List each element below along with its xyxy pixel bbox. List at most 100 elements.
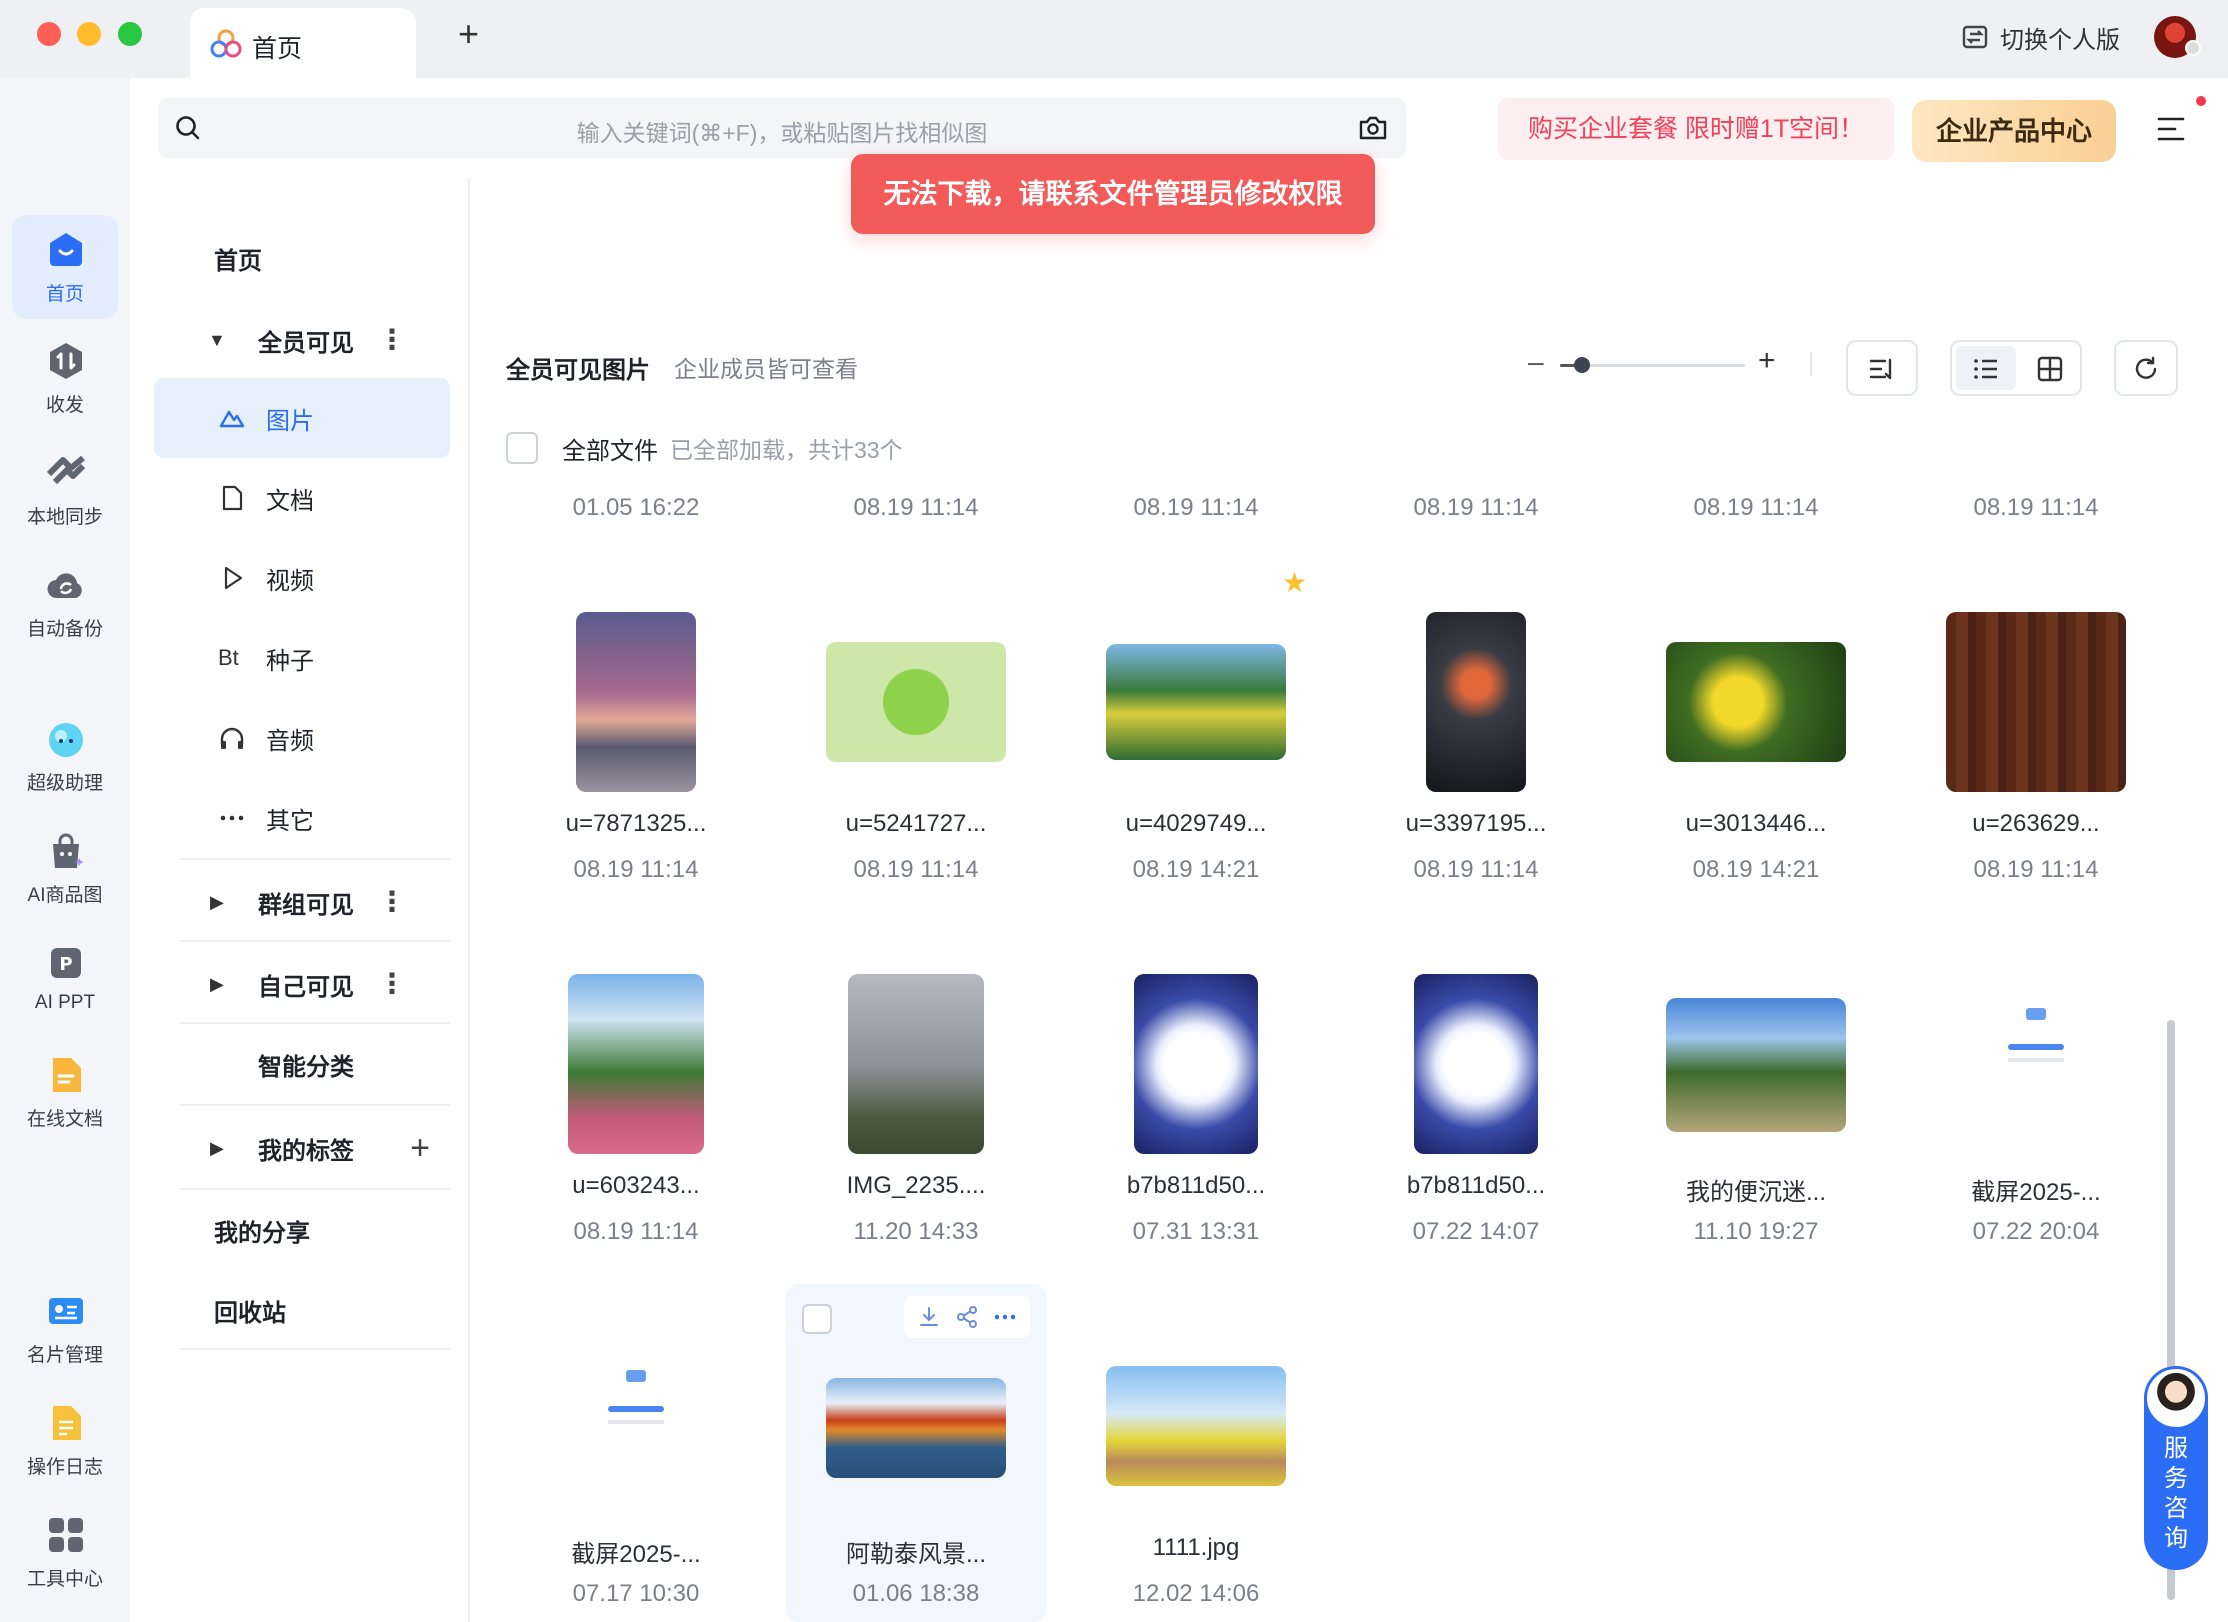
rail-item-ai-ppt[interactable]: P AI PPT bbox=[12, 928, 118, 1032]
sidebar-item-self-visible[interactable]: ▶ 自己可见 ⋮ bbox=[154, 944, 450, 1024]
rail-item-card[interactable]: 名片管理 bbox=[12, 1276, 118, 1380]
file-card[interactable]: b7b811d50... 07.31 13:31 bbox=[1066, 938, 1326, 1258]
tab-home[interactable]: 首页 bbox=[190, 8, 416, 78]
menu-icon[interactable] bbox=[2156, 114, 2186, 144]
file-checkbox[interactable] bbox=[802, 1304, 832, 1334]
divider bbox=[1810, 352, 1812, 376]
file-card[interactable]: 1111.jpg 12.02 14:06 bbox=[1066, 1300, 1326, 1620]
loaded-count: 已全部加载，共计33个 bbox=[670, 437, 903, 463]
thumbnail-mark bbox=[2008, 1058, 2064, 1062]
more-icon[interactable]: ⋮ bbox=[378, 970, 406, 998]
zoom-out-button[interactable]: – bbox=[1528, 346, 1544, 378]
download-icon[interactable] bbox=[917, 1305, 941, 1329]
ai-product-icon bbox=[53, 833, 84, 868]
grid-view-icon[interactable] bbox=[2036, 355, 2064, 383]
file-card[interactable]: u=3397195... 08.19 11:14 bbox=[1346, 576, 1606, 896]
rail-item-tools[interactable]: 工具中心 bbox=[12, 1500, 118, 1604]
file-date: 07.17 10:30 bbox=[572, 1580, 700, 1607]
promo-banner[interactable]: 购买企业套餐 限时赠1T空间！ bbox=[1498, 98, 1894, 160]
add-tab-button[interactable]: + bbox=[458, 14, 479, 54]
sidebar-item-all-visible[interactable]: ▼ 全员可见 ⋮ bbox=[154, 300, 450, 380]
file-card[interactable]: 我的便沉迷... 11.10 19:27 bbox=[1626, 938, 1886, 1258]
file-date: 11.10 19:27 bbox=[1693, 1218, 1819, 1245]
file-name: u=603243... bbox=[572, 1172, 700, 1199]
rail-item-home[interactable]: 首页 bbox=[12, 215, 118, 319]
sidebar-item-audio[interactable]: 音频 bbox=[154, 698, 450, 778]
sidebar-item-videos[interactable]: 视频 bbox=[154, 538, 450, 618]
share-icon[interactable] bbox=[955, 1305, 979, 1329]
sidebar-item-group-visible[interactable]: ▶ 群组可见 ⋮ bbox=[154, 862, 450, 942]
more-icon[interactable] bbox=[993, 1305, 1017, 1329]
rail-item-backup[interactable]: 自动备份 bbox=[12, 550, 118, 654]
file-card[interactable]: IMG_2235.... 11.20 14:33 bbox=[786, 938, 1046, 1258]
play-icon bbox=[224, 566, 243, 590]
agent-avatar bbox=[2147, 1369, 2205, 1427]
file-card[interactable]: u=3013446... 08.19 14:21 bbox=[1626, 576, 1886, 896]
file-card[interactable]: u=603243... 08.19 11:14 bbox=[506, 938, 766, 1258]
file-card[interactable]: u=5241727... 08.19 11:14 bbox=[786, 576, 1046, 896]
camera-icon[interactable] bbox=[1358, 114, 1388, 142]
content-title: 全员可见图片 bbox=[506, 357, 650, 384]
list-view-icon[interactable] bbox=[1972, 355, 2000, 383]
sidebar-item-trash[interactable]: 回收站 bbox=[154, 1270, 450, 1350]
maximize-window-button[interactable] bbox=[118, 22, 142, 46]
switch-personal-button[interactable]: 切换个人版 bbox=[1960, 18, 2120, 56]
file-name: u=7871325... bbox=[565, 810, 707, 837]
all-files-label: 全部文件 bbox=[562, 437, 658, 465]
minimize-window-button[interactable] bbox=[77, 22, 101, 46]
sort-icon bbox=[1869, 358, 1892, 380]
sidebar-item-torrent[interactable]: Bt 种子 bbox=[154, 618, 450, 698]
file-card[interactable]: 截屏2025-... 07.17 10:30 bbox=[506, 1300, 766, 1620]
view-toggle[interactable] bbox=[1950, 340, 2082, 396]
sidebar-label: 文档 bbox=[266, 487, 314, 515]
switch-personal-label: 切换个人版 bbox=[2000, 26, 2120, 54]
file-date: 08.19 11:14 bbox=[1413, 494, 1539, 521]
sidebar-item-other[interactable]: 其它 bbox=[154, 778, 450, 858]
zoom-slider[interactable] bbox=[1560, 357, 1745, 373]
close-window-button[interactable] bbox=[37, 22, 61, 46]
more-icon[interactable]: ⋮ bbox=[378, 326, 406, 354]
zoom-in-button[interactable]: + bbox=[1758, 344, 1776, 378]
add-tag-icon[interactable]: + bbox=[410, 1129, 430, 1168]
tools-icon bbox=[49, 1518, 83, 1552]
service-consult-button[interactable]: 服务咨询 bbox=[2144, 1366, 2208, 1570]
left-rail: 首页 收发 本地同步 自动备份 超级助理 AI商品图 P AI PPT 在线文档… bbox=[0, 78, 130, 1622]
search-input[interactable]: 输入关键词(⌘+F)，或粘贴图片找相似图 bbox=[158, 98, 1406, 158]
file-card-hovered[interactable]: 阿勒泰风景... 01.06 18:38 bbox=[786, 1284, 1046, 1622]
refresh-button[interactable] bbox=[2114, 340, 2178, 396]
rail-item-transfer[interactable]: 收发 bbox=[12, 326, 118, 430]
file-name: u=5241727... bbox=[845, 810, 987, 837]
sidebar-item-smart[interactable]: 智能分类 bbox=[154, 1024, 450, 1104]
sidebar-item-tags[interactable]: ▶ 我的标签 + bbox=[154, 1108, 450, 1188]
product-center-button[interactable]: 企业产品中心 bbox=[1912, 100, 2116, 162]
rail-item-sync[interactable]: 本地同步 bbox=[12, 438, 118, 542]
file-card[interactable]: b7b811d50... 07.22 14:07 bbox=[1346, 938, 1606, 1258]
sidebar-item-shares[interactable]: 我的分享 bbox=[154, 1190, 450, 1270]
rail-label: 本地同步 bbox=[26, 507, 103, 528]
file-card[interactable]: u=4029749... 08.19 14:21 bbox=[1066, 576, 1326, 896]
sidebar-item-docs[interactable]: 文档 bbox=[154, 458, 450, 538]
file-date: 08.19 11:14 bbox=[853, 494, 979, 521]
file-name: 截屏2025-... bbox=[571, 1541, 701, 1568]
rail-item-online-doc[interactable]: 在线文档 bbox=[12, 1040, 118, 1144]
rail-item-assistant[interactable]: 超级助理 bbox=[12, 704, 118, 808]
file-card[interactable]: u=263629... 08.19 11:14 bbox=[1906, 576, 2166, 896]
thumbnail-mark bbox=[2026, 1008, 2046, 1020]
sidebar-item-images[interactable]: 图片 bbox=[154, 378, 450, 458]
thumbnail-image bbox=[1666, 998, 1846, 1132]
thumbnail-mark bbox=[2008, 1044, 2064, 1050]
rail-item-log[interactable]: 操作日志 bbox=[12, 1388, 118, 1492]
file-card[interactable]: 截屏2025-... 07.22 20:04 bbox=[1906, 938, 2166, 1258]
thumbnail-image bbox=[590, 1336, 682, 1516]
file-card[interactable]: u=7871325... 08.19 11:14 bbox=[506, 576, 766, 896]
backup-icon bbox=[47, 573, 82, 599]
sidebar-label: 首页 bbox=[214, 247, 262, 275]
file-actions bbox=[904, 1296, 1030, 1338]
sidebar-item-home[interactable]: 首页 bbox=[154, 218, 450, 298]
file-date: 07.22 14:07 bbox=[1412, 1218, 1540, 1245]
select-all-checkbox[interactable] bbox=[506, 432, 538, 464]
app-logo-icon bbox=[210, 29, 242, 58]
sort-button[interactable] bbox=[1846, 340, 1918, 396]
rail-item-ai-product[interactable]: AI商品图 bbox=[12, 816, 118, 920]
more-icon[interactable]: ⋮ bbox=[378, 888, 406, 916]
